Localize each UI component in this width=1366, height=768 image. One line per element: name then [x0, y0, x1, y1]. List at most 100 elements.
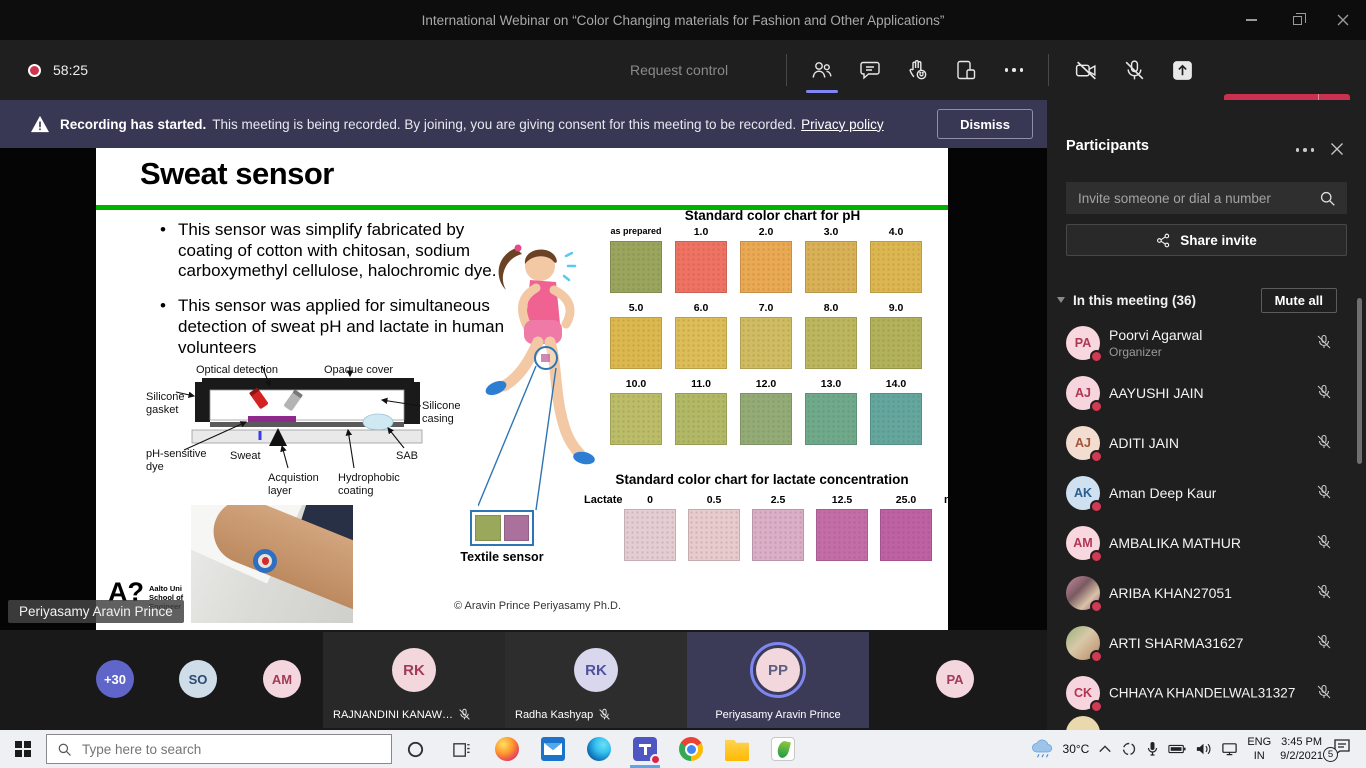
avatar: AK [1066, 476, 1100, 510]
ph-swatch [805, 393, 857, 445]
taskbar-edge-button[interactable] [576, 730, 622, 768]
lactate-color-chart: Lactate 0 0.5 2.5 12.5 25.0 mM [584, 492, 948, 561]
participant-row[interactable]: AK Aman Deep Kaur [1047, 468, 1366, 518]
coreldraw-icon [771, 737, 795, 761]
participant-row[interactable]: PA Poorvi Agarwal Organizer [1047, 318, 1366, 368]
temperature-label[interactable]: 30°C [1063, 742, 1090, 756]
ph-label: 6.0 [675, 302, 727, 317]
mic-off-icon [1316, 334, 1332, 350]
avatar-photo [1066, 576, 1100, 610]
window-title: International Webinar on “Color Changing… [422, 13, 945, 28]
tray-expand-chevron-icon[interactable] [1098, 743, 1112, 755]
taskbar-search[interactable] [46, 734, 392, 764]
raise-hand-icon [906, 58, 930, 82]
participant-row[interactable]: ARIBA KHAN27051 [1047, 568, 1366, 618]
active-tool-underline [806, 90, 838, 93]
diagram-label-silicone-gasket: Silicone gasket [146, 391, 192, 416]
search-icon [57, 742, 72, 757]
lactate-label: 12.5 [816, 494, 868, 506]
participant-name: AAYUSHI JAIN [1109, 385, 1204, 401]
avatar: AJ [1066, 426, 1100, 460]
bullet-item: This sensor was applied for simultaneous… [156, 296, 508, 358]
camera-off-icon [1074, 58, 1099, 83]
chat-icon [858, 58, 882, 82]
mic-off-icon [1316, 384, 1332, 400]
taskbar-search-input[interactable] [82, 742, 352, 757]
avatar-photo [1066, 626, 1100, 660]
mute-all-button[interactable]: Mute all [1261, 288, 1337, 313]
participant-row[interactable]: AJ AAYUSHI JAIN [1047, 368, 1366, 418]
lactate-label: 25.0 [880, 494, 932, 506]
action-center-button[interactable]: 5 [1332, 737, 1358, 761]
participants-panel: Participants Share invite In this meetin… [1047, 100, 1366, 730]
minimize-button[interactable] [1228, 0, 1274, 40]
tray-mic-icon[interactable] [1146, 741, 1159, 757]
task-view-button[interactable] [438, 730, 484, 768]
invite-input[interactable] [1066, 182, 1347, 214]
mail-icon [541, 737, 565, 761]
share-icon [1156, 233, 1171, 248]
share-screen-button[interactable] [1164, 52, 1200, 88]
taskbar-firefox-button[interactable] [484, 730, 530, 768]
tray-battery-icon[interactable] [1168, 743, 1186, 755]
close-button[interactable] [1320, 0, 1366, 40]
tray-volume-icon[interactable] [1195, 742, 1212, 756]
taskbar-clock[interactable]: 3:45 PM 9/2/2021 [1280, 735, 1323, 764]
panel-close-button[interactable] [1330, 142, 1344, 161]
ph-swatch [675, 317, 727, 369]
overflow-count-avatar[interactable]: +30 [96, 660, 134, 698]
more-options-toolbar-button[interactable] [996, 52, 1032, 88]
participant-avatar[interactable]: SO [179, 660, 217, 698]
language-indicator[interactable]: ENG IN [1247, 735, 1271, 764]
video-tile[interactable]: RK Radha Kashyap [505, 632, 687, 728]
participants-toolbar-button[interactable] [804, 52, 840, 88]
taskbar-teams-button[interactable] [622, 730, 668, 768]
chat-toolbar-button[interactable] [852, 52, 888, 88]
taskbar-coreldraw-button[interactable] [760, 730, 806, 768]
language-region: IN [1247, 749, 1271, 763]
breakout-rooms-icon [954, 58, 978, 82]
panel-more-button[interactable] [1296, 148, 1315, 152]
participant-name: AMBALIKA MATHUR [1109, 535, 1241, 551]
request-control-button[interactable]: Request control [630, 40, 728, 100]
ph-swatch [610, 393, 662, 445]
mic-off-icon [598, 708, 611, 721]
participant-avatar[interactable]: PA [936, 660, 974, 698]
video-tile[interactable]: RK RAJNANDINI KANAW… [323, 632, 505, 728]
mic-toggle-button[interactable] [1116, 52, 1152, 88]
video-tile-speaking[interactable]: PP Periyasamy Aravin Prince [687, 632, 869, 728]
weather-icon[interactable] [1030, 739, 1054, 759]
in-meeting-section-header[interactable]: In this meeting (36) [1073, 293, 1196, 308]
taskbar-mail-button[interactable] [530, 730, 576, 768]
participant-avatar[interactable]: AM [263, 660, 301, 698]
tray-circle-icon[interactable] [1121, 741, 1137, 757]
slide-title: Sweat sensor [140, 156, 334, 192]
participant-row[interactable]: ARTI SHARMA31627 [1047, 618, 1366, 668]
breakout-rooms-toolbar-button[interactable] [948, 52, 984, 88]
participant-row[interactable]: AJ ADITI JAIN [1047, 418, 1366, 468]
ph-swatch [740, 393, 792, 445]
cortana-button[interactable] [392, 730, 438, 768]
privacy-policy-link[interactable]: Privacy policy [801, 117, 884, 132]
dismiss-button[interactable]: Dismiss [937, 109, 1033, 139]
restore-button[interactable] [1274, 0, 1320, 40]
presentation-stage: Sweat sensor This sensor was simplify fa… [0, 148, 1047, 630]
aalto-logo-line: Aalto Uni [149, 584, 183, 593]
toolbar-divider [1048, 54, 1049, 86]
ph-swatch [870, 317, 922, 369]
panel-scrollbar[interactable] [1357, 298, 1362, 464]
taskbar-explorer-button[interactable] [714, 730, 760, 768]
tray-network-icon[interactable] [1221, 742, 1238, 756]
share-invite-button[interactable]: Share invite [1066, 224, 1347, 256]
camera-toggle-button[interactable] [1068, 52, 1104, 88]
diagram-label-optical-detection: Optical detection [196, 364, 278, 377]
lactate-swatch [816, 509, 868, 561]
taskbar-chrome-button[interactable] [668, 730, 714, 768]
ph-label: 14.0 [870, 378, 922, 393]
window-titlebar: International Webinar on “Color Changing… [0, 0, 1366, 40]
reactions-toolbar-button[interactable] [900, 52, 936, 88]
participant-row[interactable]: AM AMBALIKA MATHUR [1047, 518, 1366, 568]
start-button[interactable] [0, 730, 46, 768]
presence-busy-badge [1090, 550, 1103, 563]
participant-row[interactable]: CK CHHAYA KHANDELWAL31327 [1047, 668, 1366, 718]
